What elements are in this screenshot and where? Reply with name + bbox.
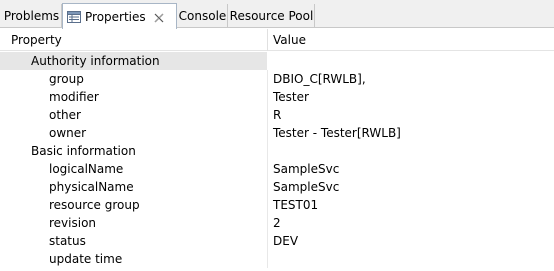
row-divider: [267, 160, 268, 178]
table-row[interactable]: owner Tester - Tester[RWLB]: [0, 124, 554, 142]
tab-properties[interactable]: Properties: [62, 3, 177, 29]
view-tab-bar: Problems Properties Console Resource Poo…: [0, 0, 554, 29]
property-name: logicalName: [49, 162, 124, 176]
property-value: Tester - Tester[RWLB]: [273, 126, 401, 140]
table-header: Property Value: [0, 29, 554, 51]
table-row[interactable]: update time: [0, 250, 554, 268]
row-divider: [267, 214, 268, 232]
column-header-property[interactable]: Property: [11, 29, 62, 51]
tree-group-basic[interactable]: Basic information: [0, 142, 554, 160]
property-name: modifier: [49, 90, 99, 104]
property-name: status: [49, 234, 86, 248]
property-name: physicalName: [49, 180, 134, 194]
property-value: SampleSvc: [273, 180, 340, 194]
properties-icon: [67, 10, 81, 23]
property-value: 2: [273, 216, 281, 230]
property-value: Tester: [273, 90, 309, 104]
table-row[interactable]: group DBIO_C[RWLB],: [0, 70, 554, 88]
column-divider[interactable]: [267, 29, 268, 51]
row-divider: [267, 232, 268, 250]
group-label: Basic information: [31, 144, 136, 158]
property-name: group: [49, 72, 84, 86]
property-value: DBIO_C[RWLB],: [273, 72, 366, 86]
tab-problems[interactable]: Problems: [2, 4, 62, 28]
tab-resource-pool-label: Resource Pool: [229, 9, 314, 23]
property-name: resource group: [49, 198, 140, 212]
table-row[interactable]: status DEV: [0, 232, 554, 250]
property-value: TEST01: [273, 198, 319, 212]
table-row[interactable]: resource group TEST01: [0, 196, 554, 214]
tab-console-label: Console: [178, 9, 227, 23]
property-name: revision: [49, 216, 97, 230]
property-value: DEV: [273, 234, 299, 248]
property-name: other: [49, 108, 81, 122]
property-value: SampleSvc: [273, 162, 340, 176]
row-divider: [267, 124, 268, 142]
tab-console[interactable]: Console: [178, 4, 228, 28]
table-row[interactable]: modifier Tester: [0, 88, 554, 106]
property-value: R: [273, 108, 282, 122]
row-divider: [267, 88, 268, 106]
row-divider: [267, 196, 268, 214]
row-divider: [267, 178, 268, 196]
table-row[interactable]: physicalName SampleSvc: [0, 178, 554, 196]
table-row[interactable]: logicalName SampleSvc: [0, 160, 554, 178]
row-divider: [267, 142, 268, 160]
property-name: owner: [49, 126, 87, 140]
row-divider: [267, 250, 268, 268]
property-name: update time: [49, 252, 123, 266]
column-header-value[interactable]: Value: [273, 29, 306, 51]
property-tree: Authority information group DBIO_C[RWLB]…: [0, 52, 554, 268]
tab-problems-label: Problems: [3, 9, 60, 23]
close-icon[interactable]: [154, 12, 164, 22]
value-cell-empty: [267, 52, 554, 70]
tab-properties-label: Properties: [85, 9, 146, 24]
row-divider: [267, 106, 268, 124]
table-row[interactable]: revision 2: [0, 214, 554, 232]
properties-view: Property Value Authority information gro…: [0, 29, 554, 271]
tab-resource-pool[interactable]: Resource Pool: [229, 4, 315, 28]
row-divider: [267, 70, 268, 88]
table-row[interactable]: other R: [0, 106, 554, 124]
group-label: Authority information: [31, 54, 160, 68]
tree-group-authority[interactable]: Authority information: [0, 52, 554, 70]
